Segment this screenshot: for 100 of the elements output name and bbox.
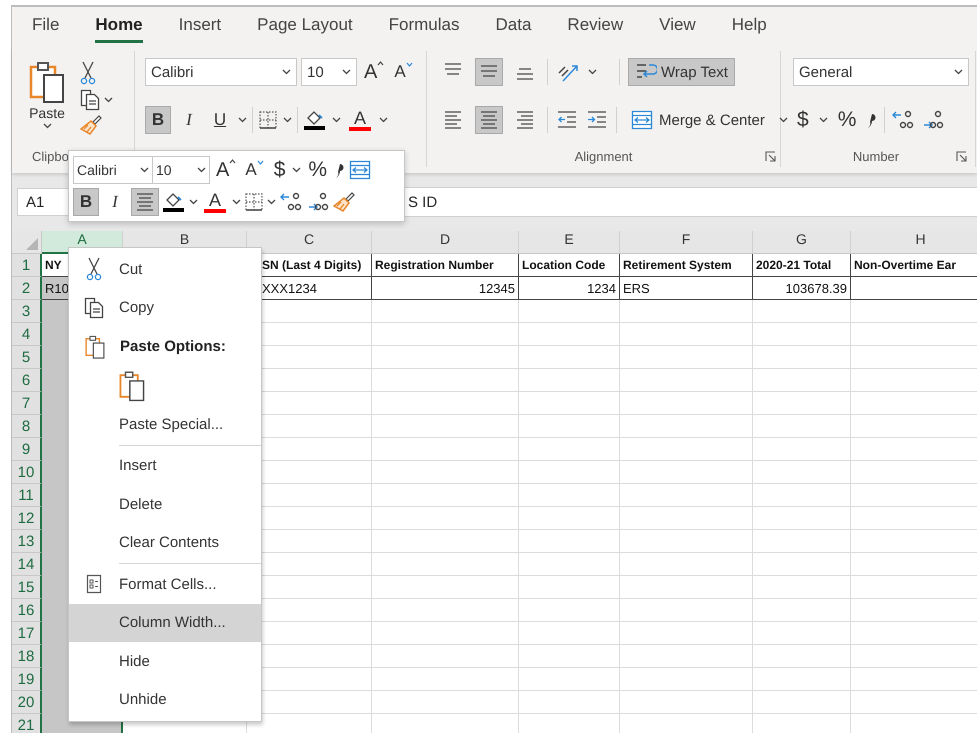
ribbon-tab[interactable]: Page Layout bbox=[257, 11, 353, 43]
font-family-dropdown[interactable]: Calibri bbox=[145, 58, 297, 86]
font-size-dropdown[interactable]: 10 bbox=[152, 156, 210, 184]
row-header[interactable]: 3 bbox=[12, 300, 42, 323]
row-header[interactable]: 4 bbox=[12, 323, 42, 346]
row-header[interactable]: 19 bbox=[12, 668, 42, 691]
increase-decimal-icon[interactable] bbox=[279, 191, 303, 213]
brush-icon[interactable] bbox=[80, 115, 102, 135]
decrease-decimal-icon[interactable] bbox=[306, 191, 330, 213]
chevron-icon[interactable] bbox=[954, 69, 963, 75]
menu-item[interactable]: Unhide bbox=[69, 680, 261, 719]
caret-icon[interactable] bbox=[104, 97, 113, 103]
align-left-icon[interactable] bbox=[443, 109, 463, 131]
menu-item[interactable]: Column Width... bbox=[69, 604, 261, 642]
column-header[interactable]: E bbox=[519, 231, 620, 254]
column-header[interactable]: D bbox=[372, 231, 519, 254]
scissors-icon[interactable] bbox=[86, 257, 102, 282]
brush-icon[interactable] bbox=[333, 192, 355, 212]
row-header[interactable]: 12 bbox=[12, 507, 42, 530]
merge-icon[interactable] bbox=[349, 160, 372, 180]
chevron-icon[interactable] bbox=[342, 69, 351, 75]
shrink-font-button[interactable]: A bbox=[391, 62, 416, 82]
caret-icon[interactable] bbox=[379, 117, 388, 123]
ribbon-tab[interactable]: Review bbox=[567, 11, 624, 43]
row-header[interactable]: 10 bbox=[12, 461, 42, 484]
center-button[interactable] bbox=[131, 188, 159, 216]
caret-icon[interactable] bbox=[292, 167, 302, 173]
italic-button[interactable]: I bbox=[102, 188, 128, 216]
name-box-text[interactable]: A1 bbox=[26, 194, 44, 210]
row-header[interactable]: 2 bbox=[12, 277, 42, 300]
chevron-icon[interactable] bbox=[282, 69, 291, 75]
ribbon-tab[interactable]: Data bbox=[496, 11, 532, 43]
ribbon-tab[interactable]: File bbox=[32, 11, 60, 43]
menu-item[interactable]: Delete bbox=[69, 485, 261, 524]
row-header[interactable]: 9 bbox=[12, 438, 42, 461]
chevron-icon[interactable] bbox=[197, 167, 206, 173]
ribbon-tab[interactable]: Insert bbox=[178, 11, 222, 43]
row-header[interactable]: 1 bbox=[12, 254, 42, 277]
caret-icon[interactable] bbox=[588, 69, 597, 75]
font-color-button[interactable]: A bbox=[201, 191, 229, 213]
caret-icon[interactable] bbox=[232, 199, 241, 205]
menu-item[interactable]: Insert bbox=[69, 446, 261, 485]
bold-button[interactable]: B bbox=[145, 106, 171, 134]
caret-icon[interactable] bbox=[332, 117, 341, 123]
fill-color-icon[interactable] bbox=[303, 109, 327, 131]
ribbon-tab[interactable]: Help bbox=[732, 11, 767, 43]
caret-icon[interactable] bbox=[189, 199, 198, 205]
row-header[interactable]: 8 bbox=[12, 415, 42, 438]
row-header[interactable]: 13 bbox=[12, 530, 42, 553]
column-header[interactable]: H bbox=[851, 231, 977, 254]
grow-font-button[interactable]: A bbox=[213, 158, 240, 182]
menu-item[interactable]: Clear Contents bbox=[69, 524, 261, 562]
decrease-indent-icon[interactable] bbox=[556, 110, 578, 130]
borders-icon[interactable] bbox=[258, 110, 278, 130]
caret-icon[interactable] bbox=[238, 117, 247, 123]
center-icon[interactable] bbox=[479, 109, 499, 131]
wrap-text-button[interactable]: Wrap Text bbox=[628, 58, 735, 86]
grow-font-button[interactable]: A bbox=[361, 60, 388, 84]
number-format-dropdown[interactable]: General bbox=[793, 58, 969, 86]
percent-button[interactable]: % bbox=[304, 158, 332, 182]
currency-button[interactable]: $ bbox=[793, 108, 813, 132]
scissors-icon[interactable] bbox=[80, 61, 96, 85]
middle-align-button[interactable] bbox=[475, 58, 503, 86]
center-button[interactable] bbox=[475, 106, 503, 134]
center-icon[interactable] bbox=[135, 191, 155, 213]
caret-icon[interactable] bbox=[267, 199, 276, 205]
ribbon-tab[interactable]: View bbox=[659, 11, 696, 43]
menu-item[interactable]: Format Cells... bbox=[69, 565, 261, 604]
chevron-icon[interactable] bbox=[140, 167, 149, 173]
increase-indent-icon[interactable] bbox=[586, 110, 608, 130]
row-header[interactable]: 18 bbox=[12, 645, 42, 668]
caret-icon[interactable] bbox=[818, 117, 828, 123]
font-color-button[interactable]: A bbox=[346, 109, 374, 131]
currency-button[interactable]: $ bbox=[270, 158, 290, 182]
caret-icon[interactable] bbox=[283, 117, 292, 123]
column-header[interactable]: C bbox=[247, 231, 372, 254]
row-header[interactable]: 20 bbox=[12, 691, 42, 714]
font-size-dropdown[interactable]: 10 bbox=[301, 58, 357, 86]
caret-icon[interactable] bbox=[42, 123, 52, 129]
decrease-decimal-icon[interactable] bbox=[921, 109, 946, 131]
increase-decimal-icon[interactable] bbox=[891, 109, 916, 131]
column-header[interactable]: F bbox=[620, 231, 753, 254]
ribbon-tab[interactable]: Home bbox=[95, 11, 143, 43]
dialog-launcher-icon[interactable] bbox=[956, 151, 967, 162]
bold-button[interactable]: B bbox=[73, 188, 99, 216]
merge-center-button[interactable]: Merge & Center bbox=[625, 109, 771, 131]
paste-button[interactable]: Paste bbox=[22, 57, 72, 145]
menu-item[interactable]: Paste Special... bbox=[69, 405, 261, 444]
row-header[interactable]: 6 bbox=[12, 369, 42, 392]
row-header[interactable]: 17 bbox=[12, 622, 42, 645]
italic-button[interactable]: I bbox=[176, 106, 202, 134]
formula-text[interactable]: S ID bbox=[408, 194, 438, 210]
percent-button[interactable]: % bbox=[834, 108, 860, 132]
row-header[interactable]: 11 bbox=[12, 484, 42, 507]
caret-icon[interactable] bbox=[778, 117, 788, 123]
menu-item[interactable]: Hide bbox=[69, 642, 261, 680]
row-header[interactable]: 21 bbox=[12, 714, 42, 733]
copy-icon[interactable] bbox=[80, 89, 100, 111]
row-header[interactable]: 14 bbox=[12, 553, 42, 576]
column-header[interactable]: G bbox=[753, 231, 851, 254]
